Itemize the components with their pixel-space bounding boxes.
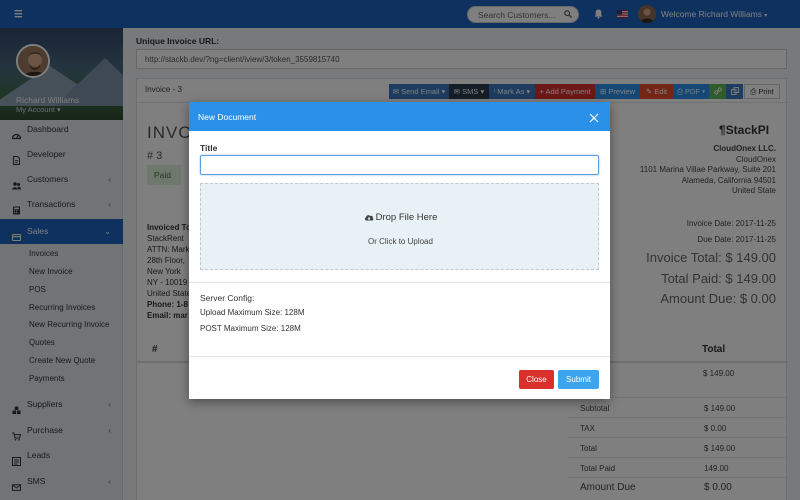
file-dropzone[interactable]: Drop File Here Or Click to Upload: [200, 183, 599, 270]
dropzone-subtitle: Or Click to Upload: [368, 237, 433, 246]
title-label: Title: [200, 143, 218, 153]
new-document-modal: New Document Title Drop File Here Or Cli…: [189, 102, 610, 399]
modal-footer: Close Submit: [189, 356, 610, 399]
post-max-size: POST Maximum Size: 128M: [200, 324, 301, 333]
title-input[interactable]: [200, 155, 599, 175]
cloud-upload-icon: [364, 213, 374, 221]
drop-file-text: Drop File Here: [375, 212, 438, 223]
server-config-heading: Server Config:: [200, 293, 255, 303]
submit-button[interactable]: Submit: [558, 370, 599, 389]
close-button[interactable]: Close: [519, 370, 554, 389]
modal-title: New Document: [198, 112, 257, 122]
dropzone-title: Drop File Here: [201, 212, 600, 223]
upload-max-size: Upload Maximum Size: 128M: [200, 308, 305, 317]
close-icon[interactable]: [589, 113, 599, 123]
modal-header: New Document: [189, 102, 610, 131]
divider: [189, 282, 610, 283]
